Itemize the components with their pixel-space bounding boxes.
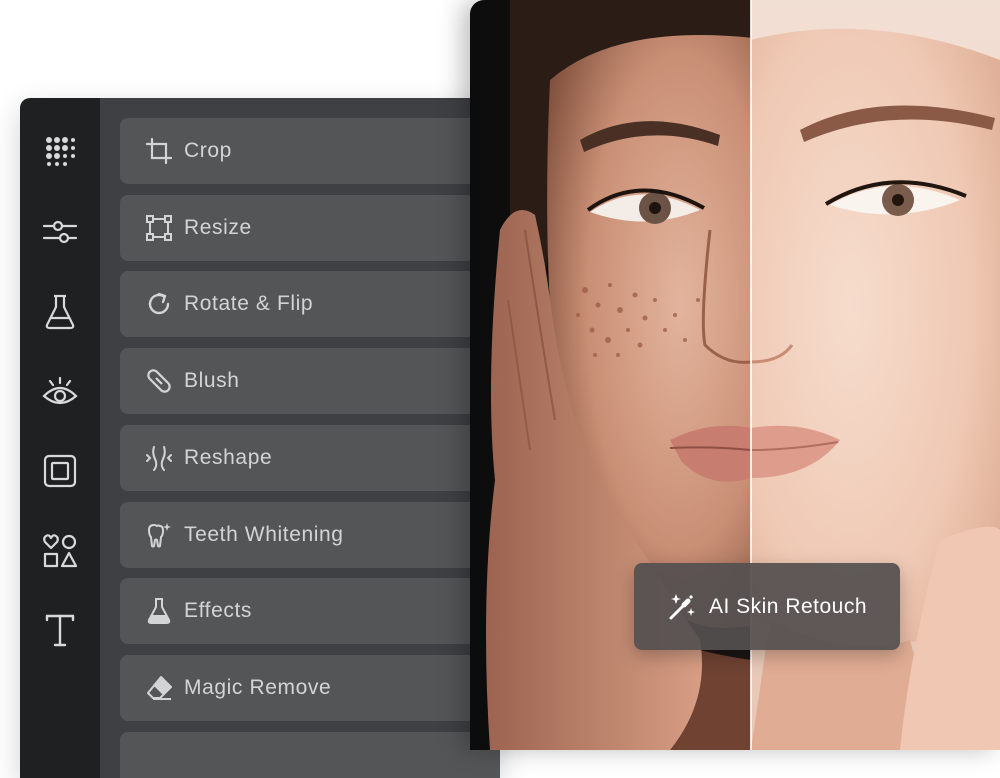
magic-wand-sparkle-icon (667, 592, 697, 622)
tool-reshape-button[interactable]: Reshape (120, 425, 500, 491)
resize-icon (146, 215, 172, 241)
eraser-icon (146, 675, 172, 701)
tool-label: Magic Remove (184, 676, 332, 699)
badge-label: AI Skin Retouch (708, 594, 868, 618)
shapes-icon[interactable] (40, 531, 80, 571)
tool-teeth-whitening-button[interactable]: Teeth Whitening (120, 502, 500, 568)
sidebar-rail (20, 98, 100, 778)
flask-lab-icon[interactable] (40, 292, 80, 332)
ai-skin-retouch-button[interactable]: AI Skin Retouch (634, 563, 900, 650)
reshape-icon (146, 445, 172, 471)
sliders-adjust-icon[interactable] (40, 212, 80, 252)
tool-label: Effects (184, 599, 253, 622)
tool-magic-remove-button[interactable]: Magic Remove (120, 655, 500, 721)
tool-label: Crop (184, 139, 232, 162)
tool-label: Resize (184, 216, 252, 239)
tool-blush-button[interactable]: Blush (120, 348, 500, 414)
tool-label: Teeth Whitening (184, 523, 344, 546)
crop-icon (146, 138, 172, 164)
tooth-sparkle-icon (146, 522, 172, 548)
tool-effects-button[interactable]: Effects (120, 578, 500, 644)
tool-label: Reshape (184, 446, 273, 469)
tool-label: Blush (184, 369, 240, 392)
text-icon[interactable] (40, 610, 80, 650)
editor-panel: Crop Resize Rotate & Flip Blush Reshape … (20, 98, 500, 778)
eye-icon[interactable] (40, 372, 80, 412)
tool-rotate-flip-button[interactable]: Rotate & Flip (120, 271, 500, 337)
flask-icon (146, 598, 172, 624)
tool-crop-button[interactable]: Crop (120, 118, 500, 184)
tool-resize-button[interactable]: Resize (120, 195, 500, 261)
tool-more-button[interactable] (120, 732, 500, 778)
frame-icon[interactable] (40, 451, 80, 491)
tool-label: Rotate & Flip (184, 292, 314, 315)
tools-panel: Crop Resize Rotate & Flip Blush Reshape … (100, 98, 500, 778)
rotate-icon (146, 291, 172, 317)
apps-grid-icon[interactable] (40, 131, 80, 171)
blush-icon (146, 368, 172, 394)
